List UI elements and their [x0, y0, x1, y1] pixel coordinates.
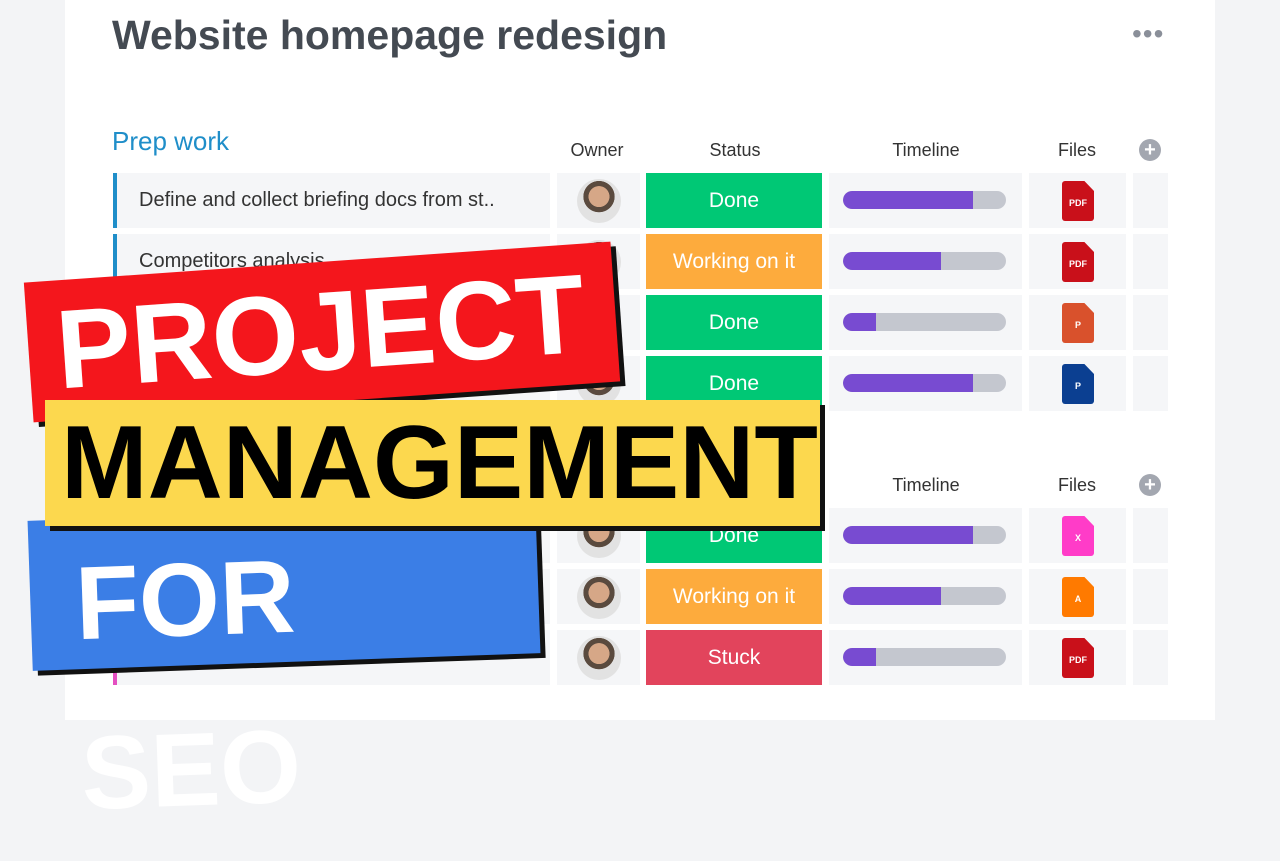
extra-cell [1133, 234, 1168, 289]
status-badge[interactable]: Working on it [646, 234, 822, 289]
group-title[interactable]: Prep work [112, 126, 229, 157]
status-badge[interactable]: Done [646, 173, 822, 228]
file-icon[interactable]: P [1062, 303, 1094, 343]
column-header-files[interactable]: Files [1056, 475, 1098, 496]
file-icon[interactable]: A [1062, 577, 1094, 617]
files-cell[interactable]: PDF [1029, 173, 1126, 228]
timeline-cell[interactable] [829, 356, 1022, 411]
file-icon[interactable]: PDF [1062, 181, 1094, 221]
timeline-fill [843, 374, 974, 392]
column-header-status[interactable]: Status [680, 140, 790, 161]
files-cell[interactable]: P [1029, 295, 1126, 350]
add-column-icon[interactable]: + [1139, 474, 1161, 496]
column-header-timeline[interactable]: Timeline [888, 140, 964, 161]
extra-cell [1133, 295, 1168, 350]
status-badge[interactable]: Done [646, 295, 822, 350]
timeline-bar[interactable] [843, 374, 1006, 392]
timeline-bar[interactable] [843, 191, 1006, 209]
extra-cell [1133, 356, 1168, 411]
owner-cell[interactable] [557, 173, 640, 228]
avatar[interactable] [577, 575, 621, 619]
timeline-cell[interactable] [829, 295, 1022, 350]
extra-cell [1133, 173, 1168, 228]
column-header-owner[interactable]: Owner [566, 140, 628, 161]
owner-cell[interactable] [557, 569, 640, 624]
files-cell[interactable]: PDF [1029, 630, 1126, 685]
file-icon[interactable]: X [1062, 516, 1094, 556]
timeline-fill [843, 191, 974, 209]
files-cell[interactable]: X [1029, 508, 1126, 563]
timeline-fill [843, 313, 876, 331]
item-name[interactable]: Define and collect briefing docs from st… [113, 173, 550, 228]
extra-cell [1133, 630, 1168, 685]
board-title: Website homepage redesign [112, 12, 668, 58]
timeline-cell[interactable] [829, 630, 1022, 685]
extra-cell [1133, 569, 1168, 624]
file-icon[interactable]: PDF [1062, 638, 1094, 678]
timeline-bar[interactable] [843, 648, 1006, 666]
avatar[interactable] [577, 179, 621, 223]
timeline-cell[interactable] [829, 173, 1022, 228]
status-badge[interactable]: Working on it [646, 569, 822, 624]
timeline-cell[interactable] [829, 569, 1022, 624]
column-header-timeline[interactable]: Timeline [888, 475, 964, 496]
files-cell[interactable]: PDF [1029, 234, 1126, 289]
timeline-cell[interactable] [829, 234, 1022, 289]
files-cell[interactable]: P [1029, 356, 1126, 411]
extra-cell [1133, 508, 1168, 563]
timeline-fill [843, 252, 941, 270]
file-icon[interactable]: PDF [1062, 242, 1094, 282]
more-horizontal-icon[interactable]: ••• [1132, 18, 1164, 50]
timeline-bar[interactable] [843, 252, 1006, 270]
overlay-management: MANAGEMENT [45, 400, 820, 526]
timeline-fill [843, 648, 876, 666]
timeline-bar[interactable] [843, 587, 1006, 605]
file-icon[interactable]: P [1062, 364, 1094, 404]
add-column-icon[interactable]: + [1139, 139, 1161, 161]
avatar[interactable] [577, 636, 621, 680]
timeline-bar[interactable] [843, 526, 1006, 544]
files-cell[interactable]: A [1029, 569, 1126, 624]
overlay-for-seo: FOR SEO [27, 503, 541, 832]
timeline-fill [843, 526, 974, 544]
owner-cell[interactable] [557, 630, 640, 685]
timeline-bar[interactable] [843, 313, 1006, 331]
timeline-fill [843, 587, 941, 605]
status-badge[interactable]: Stuck [646, 630, 822, 685]
timeline-cell[interactable] [829, 508, 1022, 563]
column-header-files[interactable]: Files [1056, 140, 1098, 161]
